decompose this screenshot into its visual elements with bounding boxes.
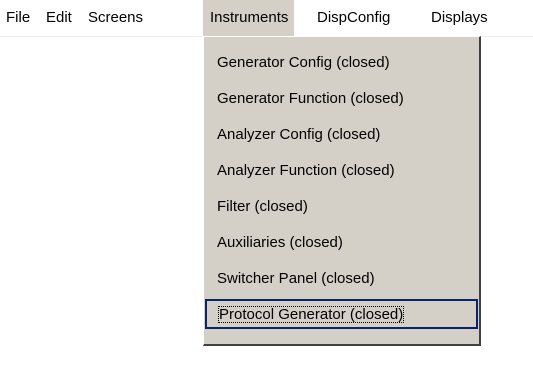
menu-item-filter[interactable]: Filter (closed) — [205, 189, 478, 225]
menu-item-label: Filter (closed) — [217, 198, 308, 215]
menu-item-protocol-generator[interactable]: Protocol Generator (closed) — [205, 299, 478, 329]
dropdown-item-list: Generator Config (closed) Generator Func… — [205, 45, 478, 329]
menu-item-analyzer-config[interactable]: Analyzer Config (closed) — [205, 117, 478, 153]
menu-bar: File Edit Screens Instruments DispConfig… — [0, 0, 533, 37]
menu-item-label: Switcher Panel (closed) — [217, 270, 375, 287]
menu-item-label: Protocol Generator (closed) — [218, 306, 405, 323]
menu-instruments[interactable]: Instruments — [203, 0, 295, 36]
menu-item-label: Auxiliaries (closed) — [217, 234, 343, 251]
menu-item-label: Analyzer Function (closed) — [217, 162, 395, 179]
menu-dispconfig[interactable]: DispConfig — [317, 0, 390, 36]
menu-item-label: Generator Config (closed) — [217, 54, 390, 71]
menu-item-generator-config[interactable]: Generator Config (closed) — [205, 45, 478, 81]
menu-item-label: Generator Function (closed) — [217, 90, 404, 107]
menu-screens[interactable]: Screens — [88, 0, 143, 36]
menu-file[interactable]: File — [6, 0, 30, 36]
menu-item-switcher-panel[interactable]: Switcher Panel (closed) — [205, 261, 478, 297]
menu-edit[interactable]: Edit — [46, 0, 72, 36]
menu-item-auxiliaries[interactable]: Auxiliaries (closed) — [205, 225, 478, 261]
menu-item-label: Analyzer Config (closed) — [217, 126, 381, 143]
menu-item-generator-function[interactable]: Generator Function (closed) — [205, 81, 478, 117]
menu-item-analyzer-function[interactable]: Analyzer Function (closed) — [205, 153, 478, 189]
instruments-dropdown-menu: Generator Config (closed) Generator Func… — [203, 36, 481, 346]
menu-displays[interactable]: Displays — [431, 0, 488, 36]
